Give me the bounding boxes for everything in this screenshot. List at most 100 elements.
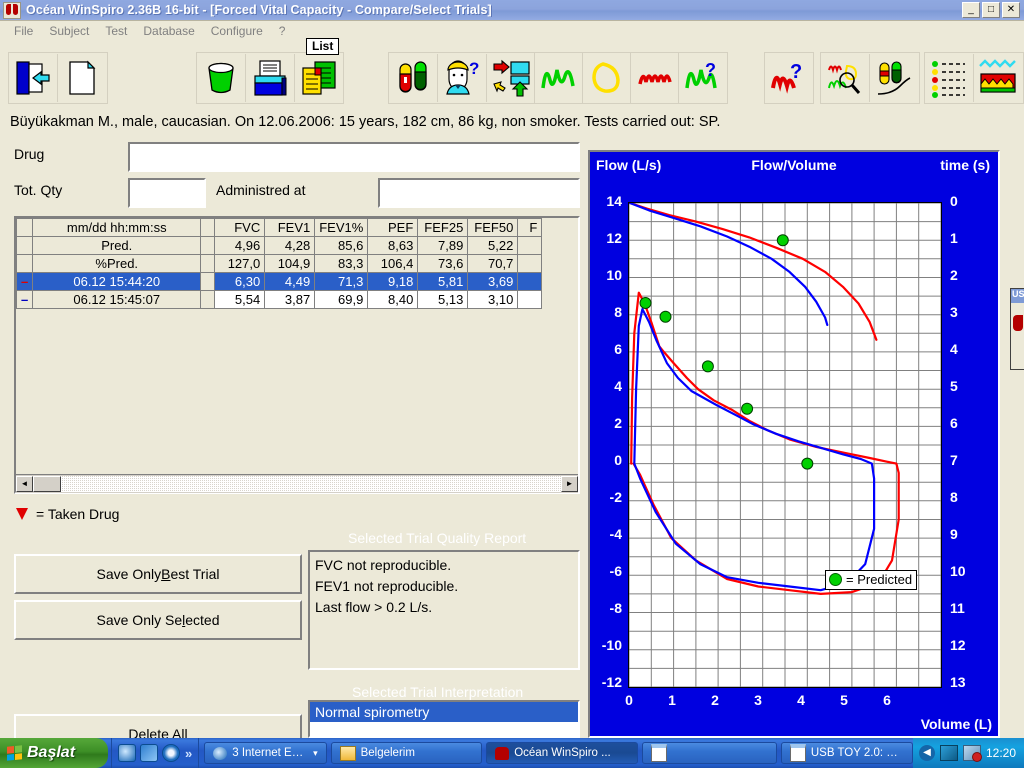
scroll-thumb[interactable]	[33, 476, 61, 492]
ie-icon[interactable]	[118, 744, 136, 762]
wave-search-button[interactable]	[821, 54, 870, 102]
print-button[interactable]	[246, 54, 295, 102]
header-fef50[interactable]: FEF50	[467, 218, 519, 237]
cell-fev1: 4,28	[264, 236, 316, 255]
table-row[interactable]: – 06.12 15:45:07 5,54 3,87 69,9 8,40 5,1…	[16, 290, 543, 309]
menu-item-database[interactable]: Database	[135, 23, 202, 39]
header-fef75-partial[interactable]: F	[517, 218, 543, 237]
window-title: Océan WinSpiro 2.36B 16-bit - [Forced Vi…	[26, 3, 492, 17]
save-selected-button[interactable]: Save Only Se l ected	[14, 600, 302, 640]
menu-item-test[interactable]: Test	[97, 23, 135, 39]
red-wave-help-button[interactable]: ?	[765, 54, 813, 102]
flow-volume-button[interactable]	[535, 54, 583, 102]
y-tick: 0	[614, 452, 622, 468]
trials-grid[interactable]: mm/dd hh:mm:ss FVC FEV1 FEV1% PEF FEF25 …	[14, 216, 580, 494]
task-usb-toy[interactable]: USB TOY 2.0: msl...	[780, 742, 913, 764]
header-fev1pct[interactable]: FEV1%	[314, 218, 369, 237]
cell-fev1pct: 69,9	[314, 290, 369, 309]
close-button[interactable]: ✕	[1002, 2, 1020, 18]
header-fef25[interactable]: FEF25	[417, 218, 469, 237]
header-fvc[interactable]: FVC	[214, 218, 266, 237]
x-tick: 6	[883, 692, 891, 708]
maximize-icon: □	[987, 4, 995, 15]
row-gap	[200, 236, 216, 255]
row-mark: –	[16, 272, 34, 291]
network-icon[interactable]	[939, 745, 958, 761]
task-blank[interactable]	[641, 742, 777, 764]
drug-button[interactable]	[389, 54, 438, 102]
interpretation-list[interactable]: Normal spirometry	[308, 700, 580, 738]
row-gap	[200, 272, 216, 291]
task-winspiro[interactable]: Océan WinSpiro ...	[486, 742, 638, 764]
start-button[interactable]: Başlat	[0, 738, 108, 768]
row-mark	[16, 236, 34, 255]
new-page-icon	[69, 60, 96, 95]
y-tick: 6	[614, 341, 622, 357]
lungs-icon	[3, 1, 21, 19]
menu-item-file[interactable]: File	[6, 23, 41, 39]
menu-bar: File Subject Test Database Configure ?	[0, 21, 1024, 40]
header-mark	[16, 218, 34, 237]
chart-right-axis-label: time (s)	[940, 157, 990, 173]
grid-horizontal-scrollbar[interactable]: ◄ ►	[16, 474, 578, 493]
chevron-down-icon[interactable]: ▾	[313, 748, 318, 759]
right-tick: 9	[950, 526, 958, 542]
total-quantity-label: Tot. Qty	[14, 182, 63, 198]
transfer-button[interactable]	[487, 54, 535, 102]
table-row[interactable]: Pred. 4,96 4,28 85,6 8,63 7,89 5,22	[16, 236, 543, 255]
row-mark: –	[16, 290, 34, 309]
drug-input[interactable]	[128, 142, 580, 172]
show-hidden-icons-button[interactable]: ◀	[918, 745, 935, 761]
chart-plot-area	[628, 201, 942, 688]
new-document-button[interactable]	[58, 54, 106, 102]
right-tick: 0	[950, 193, 958, 209]
menu-item-subject[interactable]: Subject	[41, 23, 97, 39]
green-bin-icon	[208, 62, 234, 94]
red-wave-button[interactable]	[631, 54, 679, 102]
save-best-trial-button[interactable]: Save Only Best Trial	[14, 554, 302, 594]
subject-button[interactable]: ?	[438, 54, 487, 102]
administred-at-input[interactable]	[378, 178, 580, 208]
multi-chart-button[interactable]	[974, 54, 1022, 102]
interpretation-selected-item[interactable]: Normal spirometry	[310, 702, 578, 722]
trial-marker-red: –	[21, 274, 29, 289]
drug-curve-button[interactable]	[870, 54, 918, 102]
header-datetime[interactable]: mm/dd hh:mm:ss	[32, 218, 202, 237]
right-tick: 2	[950, 267, 958, 283]
table-row[interactable]: – 06.12 15:44:20 6,30 4,49 71,3 9,18 5,8…	[16, 272, 543, 291]
maximize-button[interactable]: □	[982, 2, 1000, 18]
cell-fvc: 127,0	[214, 254, 266, 273]
menu-item-help[interactable]: ?	[271, 23, 294, 39]
minimize-button[interactable]: _	[962, 2, 980, 18]
quality-report-line: Last flow > 0.2 L/s.	[315, 599, 433, 615]
total-quantity-input[interactable]	[128, 178, 206, 208]
window-controls: _ □ ✕	[962, 2, 1020, 18]
toolbar-group-redwave	[630, 52, 680, 104]
list-badge[interactable]: List	[306, 38, 340, 55]
quality-report-box: FVC not reproducible. FEV1 not reproduci…	[308, 550, 580, 670]
legend-list-button[interactable]	[925, 54, 974, 102]
quick-launch-more-icon[interactable]: »	[185, 746, 192, 761]
header-pef[interactable]: PEF	[367, 218, 419, 237]
loop-button[interactable]	[583, 54, 631, 102]
desktop-icon[interactable]	[140, 744, 158, 762]
scroll-track[interactable]	[61, 476, 561, 492]
table-row[interactable]: %Pred. 127,0 104,9 83,3 106,4 73,6 70,7	[16, 254, 543, 273]
clock[interactable]: 12:20	[986, 746, 1016, 760]
task-internet-explorer[interactable]: 3 Internet Expl... ▾	[204, 742, 327, 764]
wave-help-button[interactable]: ?	[679, 54, 727, 102]
task-belgelerim[interactable]: Belgelerim	[330, 742, 483, 764]
header-fev1[interactable]: FEV1	[264, 218, 316, 237]
menu-item-configure[interactable]: Configure	[203, 23, 271, 39]
scroll-left-button[interactable]: ◄	[16, 476, 33, 492]
trash-button[interactable]	[197, 54, 246, 102]
right-tick: 11	[950, 600, 965, 616]
copy-button[interactable]	[295, 54, 343, 102]
application-window: Océan WinSpiro 2.36B 16-bit - [Forced Vi…	[0, 0, 1024, 754]
safely-remove-icon[interactable]	[962, 745, 982, 762]
exit-button[interactable]	[9, 54, 58, 102]
background-window-sliver[interactable]: US	[1010, 288, 1024, 370]
scroll-right-button[interactable]: ►	[561, 476, 578, 492]
media-player-icon[interactable]	[162, 744, 180, 762]
flow-volume-chart[interactable]: Flow (L/s) Flow/Volume time (s) 14 12 10…	[588, 150, 1000, 738]
